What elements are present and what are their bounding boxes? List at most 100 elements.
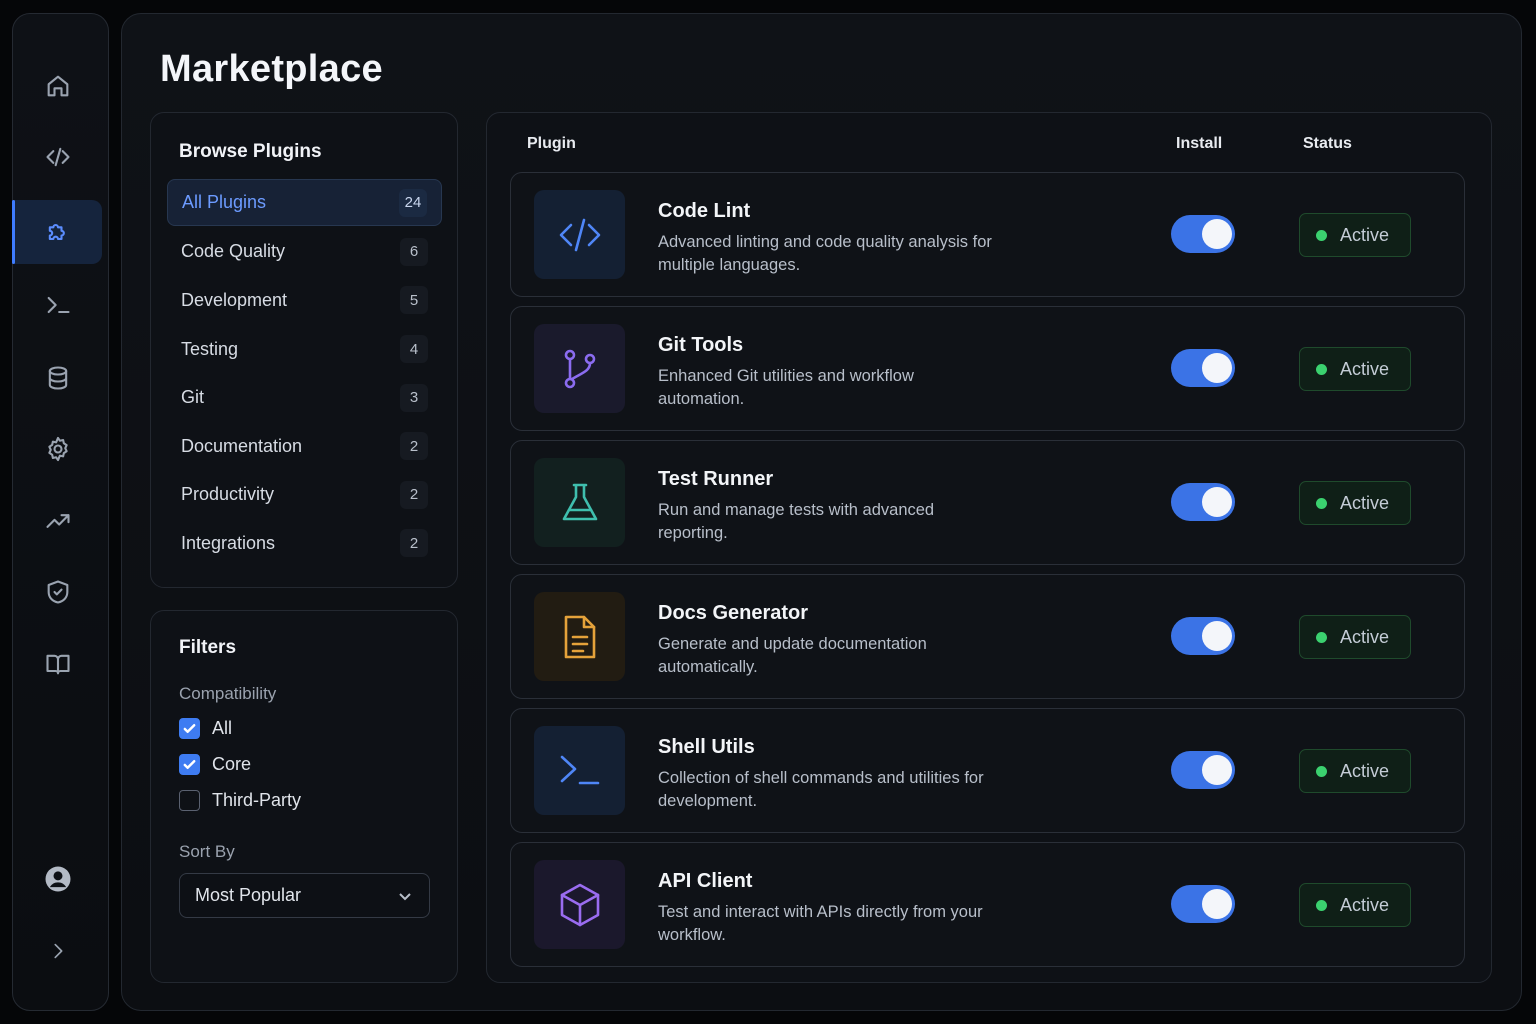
install-toggle[interactable] xyxy=(1171,483,1235,521)
document-icon xyxy=(564,615,595,658)
category-count: 3 xyxy=(400,383,428,412)
install-toggle[interactable] xyxy=(1171,349,1235,387)
sidebar-rail xyxy=(12,13,109,1011)
terminal-icon xyxy=(560,755,599,784)
git-branch-icon xyxy=(564,349,595,388)
filter-core-checkbox[interactable]: Core xyxy=(179,754,251,775)
filter-third-party-checkbox[interactable]: Third-Party xyxy=(179,790,301,811)
status-badge: Active xyxy=(1299,347,1411,391)
checkbox-label: Core xyxy=(212,754,252,774)
filter-all-checkbox[interactable]: All xyxy=(179,718,232,739)
status-text: Active xyxy=(1340,492,1390,513)
status-badge: Active xyxy=(1299,883,1411,927)
checkbox[interactable] xyxy=(179,718,200,739)
category-all-plugins[interactable]: All Plugins 24 xyxy=(167,179,442,226)
plugin-name: API Client xyxy=(658,870,753,892)
plugin-name: Docs Generator xyxy=(658,602,809,624)
plugin-icon-box xyxy=(534,324,625,413)
plugin-row-docs-generator[interactable]: Docs Generator Generate and update docum… xyxy=(510,574,1465,699)
puzzle-icon xyxy=(48,223,65,241)
category-development[interactable]: Development 5 xyxy=(167,276,442,325)
plugin-row-code-lint[interactable]: Code Lint Advanced linting and code qual… xyxy=(510,172,1465,297)
checkbox-label: All xyxy=(212,718,233,738)
plugin-row-git-tools[interactable]: Git Tools Enhanced Git utilities and wor… xyxy=(510,306,1465,431)
nav-database[interactable] xyxy=(13,346,102,410)
status-text: Active xyxy=(1340,358,1390,379)
nav-home[interactable] xyxy=(13,54,102,118)
plugin-icon-box xyxy=(534,458,625,547)
checkbox[interactable] xyxy=(179,754,200,775)
category-count: 4 xyxy=(400,335,428,364)
nav-security[interactable] xyxy=(13,560,102,624)
chevron-right-icon xyxy=(53,943,62,959)
column-header-status: Status xyxy=(1303,135,1352,152)
category-label: Integrations xyxy=(181,532,276,553)
plugin-icon-box xyxy=(534,860,625,949)
nav-analytics[interactable] xyxy=(13,489,102,553)
nav-settings[interactable] xyxy=(13,417,102,481)
cube-icon xyxy=(560,883,599,926)
status-dot xyxy=(1316,632,1327,643)
plugin-name: Test Runner xyxy=(658,468,774,490)
category-integrations[interactable]: Integrations 2 xyxy=(167,519,442,568)
nav-terminal[interactable] xyxy=(13,273,102,337)
category-count: 24 xyxy=(399,188,427,217)
code-icon xyxy=(559,218,600,251)
plugin-name: Shell Utils xyxy=(658,736,755,758)
sort-by-select[interactable]: Most Popular xyxy=(179,873,430,918)
plugin-icon-box xyxy=(534,190,625,279)
status-text: Active xyxy=(1340,626,1390,647)
category-productivity[interactable]: Productivity 2 xyxy=(167,471,442,520)
browse-plugins-card: Browse Plugins All Plugins 24 Code Quali… xyxy=(150,112,458,588)
column-header-plugin: Plugin xyxy=(527,135,576,152)
install-toggle[interactable] xyxy=(1171,215,1235,253)
install-toggle[interactable] xyxy=(1171,617,1235,655)
trending-up-icon xyxy=(45,514,70,528)
nav-code[interactable] xyxy=(13,125,102,189)
category-count: 2 xyxy=(400,432,428,461)
plugin-row-api-client[interactable]: API Client Test and interact with APIs d… xyxy=(510,842,1465,967)
database-icon xyxy=(48,366,67,390)
check-icon xyxy=(183,724,196,733)
nav-plugins[interactable] xyxy=(12,200,102,264)
install-toggle[interactable] xyxy=(1171,751,1235,789)
plugin-row-shell-utils[interactable]: Shell Utils Collection of shell commands… xyxy=(510,708,1465,833)
sort-by-value: Most Popular xyxy=(195,885,302,905)
compatibility-label: Compatibility xyxy=(179,684,277,703)
plugin-icon-box xyxy=(534,592,625,681)
category-label: Development xyxy=(181,289,288,310)
category-code-quality[interactable]: Code Quality 6 xyxy=(167,228,442,277)
filters-card: Filters Compatibility All Core Third-Par… xyxy=(150,610,458,983)
category-label: Documentation xyxy=(181,435,303,456)
category-count: 5 xyxy=(400,286,428,315)
status-dot xyxy=(1316,498,1327,509)
category-git[interactable]: Git 3 xyxy=(167,373,442,422)
book-icon xyxy=(45,654,70,675)
plugin-icon-box xyxy=(534,726,625,815)
plugin-description: Generate and update documentation automa… xyxy=(658,635,927,676)
install-toggle[interactable] xyxy=(1171,885,1235,923)
plugin-description: Collection of shell commands and utiliti… xyxy=(658,769,984,810)
main-panel: Marketplace Browse Plugins All Plugins 2… xyxy=(121,13,1522,1011)
home-icon xyxy=(47,75,68,97)
status-dot xyxy=(1316,364,1327,375)
status-text: Active xyxy=(1340,224,1390,245)
category-label: Git xyxy=(181,387,205,408)
category-testing[interactable]: Testing 4 xyxy=(167,325,442,374)
check-icon xyxy=(183,760,196,769)
category-count: 2 xyxy=(400,480,428,509)
nav-docs[interactable] xyxy=(13,632,102,696)
nav-profile[interactable] xyxy=(13,847,102,911)
status-dot xyxy=(1316,766,1327,777)
checkbox[interactable] xyxy=(179,790,200,811)
status-badge: Active xyxy=(1299,615,1411,659)
category-documentation[interactable]: Documentation 2 xyxy=(167,422,442,471)
page-title: Marketplace xyxy=(160,48,383,90)
plugin-table: Plugin Install Status Code Lint Advanced… xyxy=(486,112,1492,983)
plugin-description: Test and interact with APIs directly fro… xyxy=(658,903,983,944)
category-count: 6 xyxy=(400,237,428,266)
category-count: 2 xyxy=(400,529,428,558)
shield-icon xyxy=(47,580,68,604)
plugin-row-test-runner[interactable]: Test Runner Run and manage tests with ad… xyxy=(510,440,1465,565)
nav-expand[interactable] xyxy=(13,919,102,983)
